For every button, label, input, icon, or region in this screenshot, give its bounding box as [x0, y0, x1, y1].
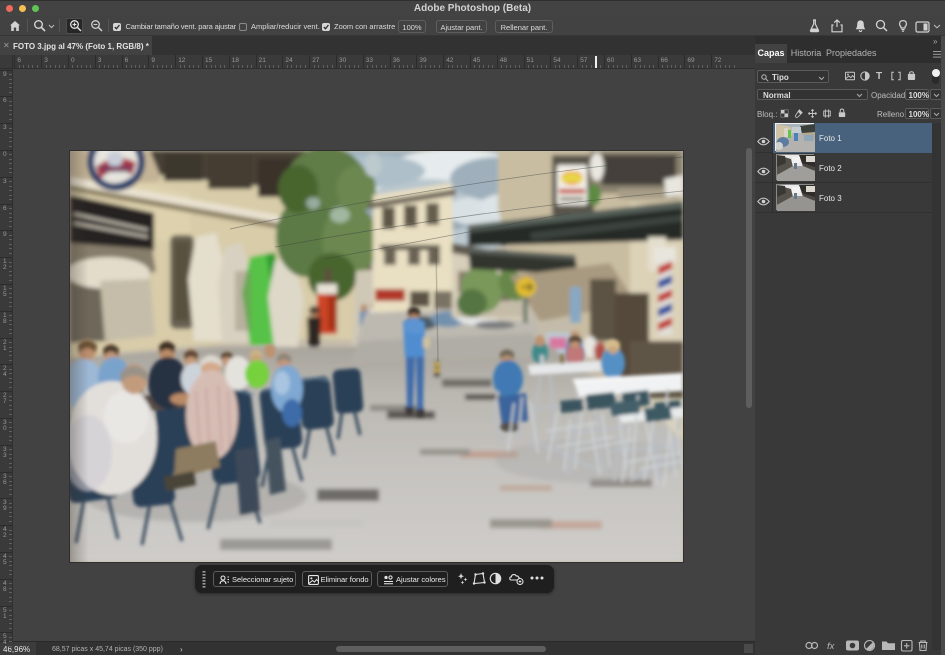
svg-text:fx: fx	[827, 641, 836, 652]
